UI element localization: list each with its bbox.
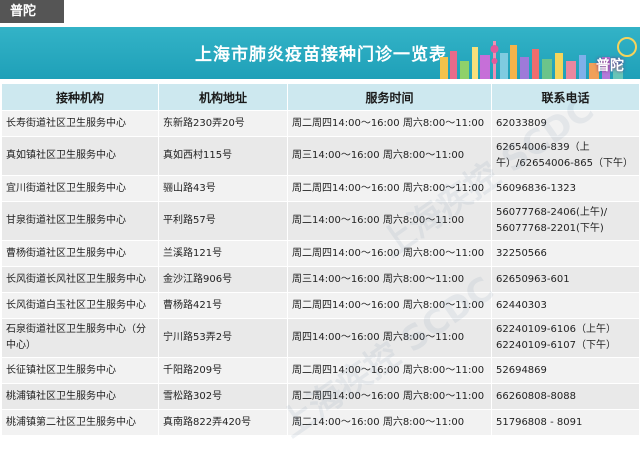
phone-cell: 62650963-601 xyxy=(491,266,640,293)
table-row: 长寿街道社区卫生服务中心 东新路230弄20号 周二周四14:00～16:00 … xyxy=(1,110,640,137)
time-cell: 周二周四14:00～16:00 周六8:00～11:00 xyxy=(287,175,492,202)
org-cell: 桃浦镇第二社区卫生服务中心 xyxy=(1,409,159,436)
org-cell: 长寿街道社区卫生服务中心 xyxy=(1,110,159,137)
address-cell: 金沙江路906号 xyxy=(158,266,288,293)
time-cell: 周四14:00～16:00 周六8:00～11:00 xyxy=(287,318,492,358)
header-phone: 联系电话 xyxy=(491,83,640,111)
org-cell: 真如镇社区卫生服务中心 xyxy=(1,136,159,176)
address-cell: 真南路822弄420号 xyxy=(158,409,288,436)
banner-district: 普陀 xyxy=(596,58,624,74)
phone-cell: 56077768-2406(上午)/ 56077768-2201(下午) xyxy=(491,201,640,241)
org-cell: 曹杨街道社区卫生服务中心 xyxy=(1,240,159,267)
table-row: 甘泉街道社区卫生服务中心 平利路57号 周二14:00～16:00 周六8:00… xyxy=(1,201,640,241)
banner-title: 上海市肺炎疫苗接种门诊一览表 xyxy=(195,45,447,65)
phone-cell: 51796808 - 8091 xyxy=(491,409,640,436)
phone-cell: 56096836-1323 xyxy=(491,175,640,202)
time-cell: 周二14:00～16:00 周六8:00～11:00 xyxy=(287,201,492,241)
address-cell: 宁川路53弄2号 xyxy=(158,318,288,358)
org-cell: 宜川街道社区卫生服务中心 xyxy=(1,175,159,202)
address-cell: 千阳路209号 xyxy=(158,357,288,384)
time-cell: 周二14:00～16:00 周六8:00～11:00 xyxy=(287,409,492,436)
org-cell: 石泉街道社区卫生服务中心（分中心） xyxy=(1,318,159,358)
table-row: 曹杨街道社区卫生服务中心 兰溪路121号 周二周四14:00～16:00 周六8… xyxy=(1,240,640,267)
table-row: 宜川街道社区卫生服务中心 骊山路43号 周二周四14:00～16:00 周六8:… xyxy=(1,175,640,202)
address-cell: 真如西村115号 xyxy=(158,136,288,176)
time-cell: 周二周四14:00～16:00 周六8:00～11:00 xyxy=(287,110,492,137)
time-cell: 周三14:00～16:00 周六8:00～11:00 xyxy=(287,136,492,176)
org-cell: 桃浦镇社区卫生服务中心 xyxy=(1,383,159,410)
time-cell: 周二周四14:00～16:00 周六8:00～11:00 xyxy=(287,292,492,319)
time-cell: 周二周四14:00～16:00 周六8:00～11:00 xyxy=(287,383,492,410)
table-row: 桃浦镇第二社区卫生服务中心 真南路822弄420号 周二14:00～16:00 … xyxy=(1,409,640,436)
clinic-table: 接种机构 机构地址 服务时间 联系电话 长寿街道社区卫生服务中心 东新路230弄… xyxy=(1,83,640,436)
address-cell: 曹杨路421号 xyxy=(158,292,288,319)
org-cell: 长风街道白玉社区卫生服务中心 xyxy=(1,292,159,319)
time-cell: 周二周四14:00～16:00 周六8:00～11:00 xyxy=(287,240,492,267)
district-tag: 普陀 xyxy=(0,0,64,23)
org-cell: 长风街道长风社区卫生服务中心 xyxy=(1,266,159,293)
time-cell: 周三14:00～16:00 周六8:00～11:00 xyxy=(287,266,492,293)
phone-cell: 62033809 xyxy=(491,110,640,137)
top-bar: 普陀 xyxy=(0,0,640,26)
title-banner: 上海市肺炎疫苗接种门诊一览表 普陀 xyxy=(0,27,640,79)
table-row: 长风街道长风社区卫生服务中心 金沙江路906号 周三14:00～16:00 周六… xyxy=(1,266,640,293)
time-cell: 周二周四14:00～16:00 周六8:00～11:00 xyxy=(287,357,492,384)
address-cell: 雪松路302号 xyxy=(158,383,288,410)
org-cell: 长征镇社区卫生服务中心 xyxy=(1,357,159,384)
phone-cell: 62654006-839（上午）/62654006-865（下午） xyxy=(491,136,640,176)
address-cell: 东新路230弄20号 xyxy=(158,110,288,137)
phone-cell: 32250566 xyxy=(491,240,640,267)
table-row: 石泉街道社区卫生服务中心（分中心） 宁川路53弄2号 周四14:00～16:00… xyxy=(1,318,640,358)
address-cell: 平利路57号 xyxy=(158,201,288,241)
phone-cell: 52694869 xyxy=(491,357,640,384)
header-service-time: 服务时间 xyxy=(287,83,492,111)
org-cell: 甘泉街道社区卫生服务中心 xyxy=(1,201,159,241)
phone-cell: 62440303 xyxy=(491,292,640,319)
table-header-row: 接种机构 机构地址 服务时间 联系电话 xyxy=(1,83,640,111)
table-row: 桃浦镇社区卫生服务中心 雪松路302号 周二周四14:00～16:00 周六8:… xyxy=(1,383,640,410)
table-row: 真如镇社区卫生服务中心 真如西村115号 周三14:00～16:00 周六8:0… xyxy=(1,136,640,176)
address-cell: 骊山路43号 xyxy=(158,175,288,202)
table-row: 长征镇社区卫生服务中心 千阳路209号 周二周四14:00～16:00 周六8:… xyxy=(1,357,640,384)
table-row: 长风街道白玉社区卫生服务中心 曹杨路421号 周二周四14:00～16:00 周… xyxy=(1,292,640,319)
header-org: 接种机构 xyxy=(1,83,159,111)
header-address: 机构地址 xyxy=(158,83,288,111)
address-cell: 兰溪路121号 xyxy=(158,240,288,267)
phone-cell: 62240109-6106（上午） 62240109-6107（下午） xyxy=(491,318,640,358)
phone-cell: 66260808-8088 xyxy=(491,383,640,410)
